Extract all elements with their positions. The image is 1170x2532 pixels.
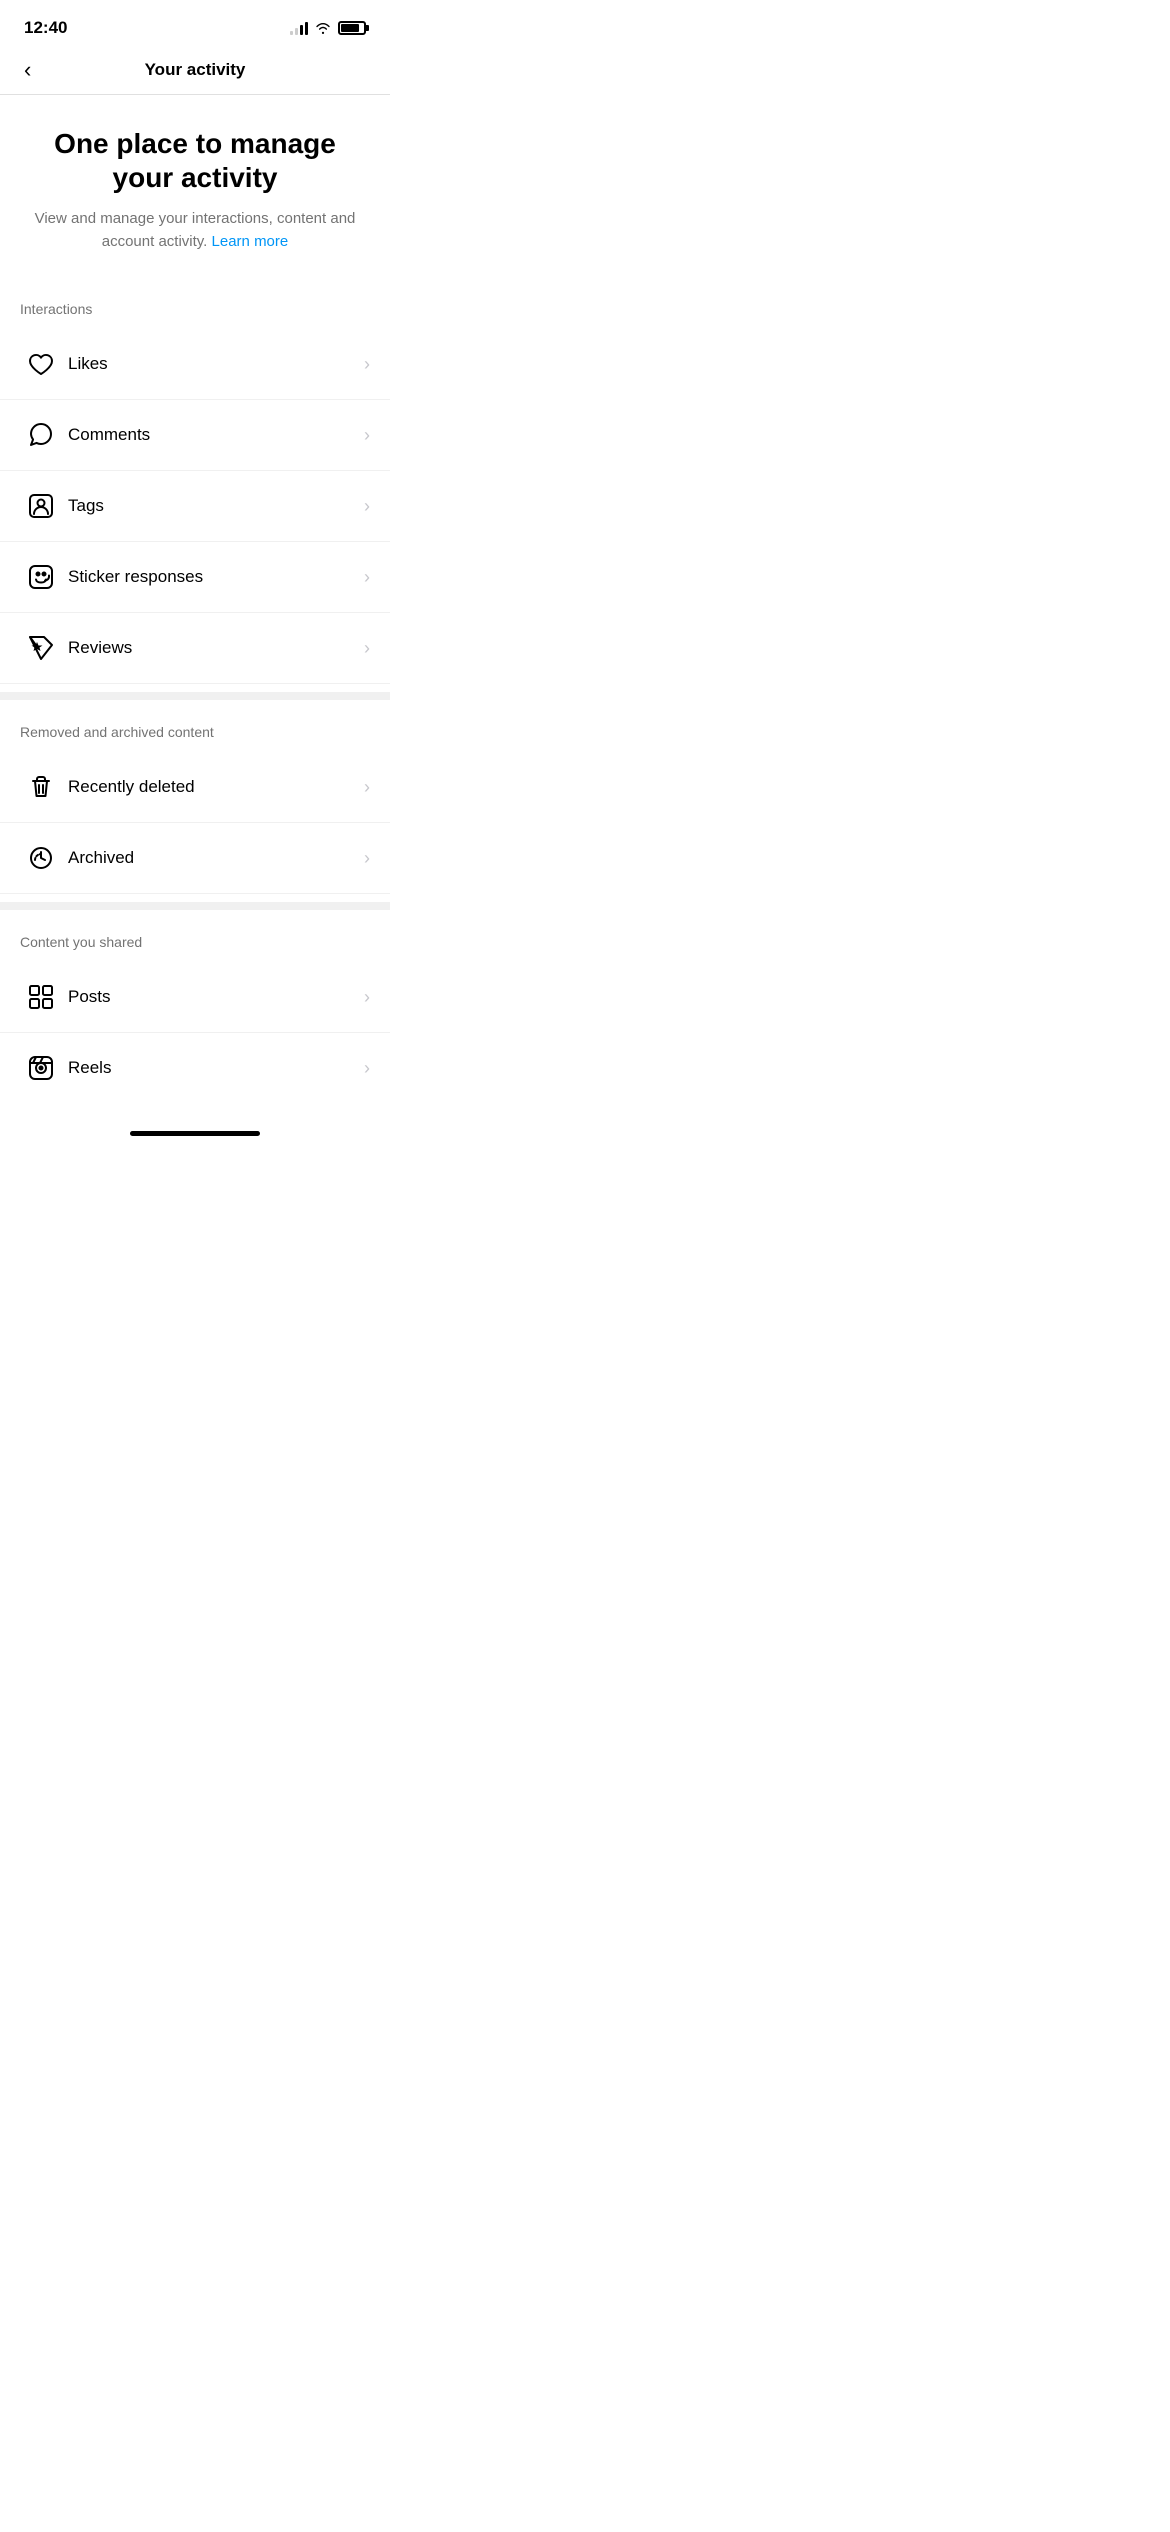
item-label-likes: Likes <box>68 354 364 374</box>
list-item-posts[interactable]: Posts› <box>0 962 390 1033</box>
item-label-reviews: Reviews <box>68 638 364 658</box>
reels-icon <box>20 1047 62 1089</box>
item-label-posts: Posts <box>68 987 364 1007</box>
home-indicator-bar <box>130 1131 260 1136</box>
item-label-sticker-responses: Sticker responses <box>68 567 364 587</box>
star-tag-icon <box>20 627 62 669</box>
list-item-likes[interactable]: Likes› <box>0 329 390 400</box>
battery-icon <box>338 21 366 35</box>
list-item-recently-deleted[interactable]: Recently deleted› <box>0 752 390 823</box>
item-label-comments: Comments <box>68 425 364 445</box>
list-item-archived[interactable]: Archived› <box>0 823 390 894</box>
back-button[interactable]: ‹ <box>20 53 35 87</box>
page-title: Your activity <box>145 60 246 80</box>
chevron-icon-posts: › <box>364 987 370 1008</box>
archive-icon <box>20 837 62 879</box>
item-label-archived: Archived <box>68 848 364 868</box>
chevron-icon-likes: › <box>364 354 370 375</box>
section-interactions: Interactions Likes› Comments› Tags› Stic… <box>0 277 390 700</box>
grid-icon <box>20 976 62 1018</box>
sticker-icon <box>20 556 62 598</box>
signal-icon <box>290 21 308 35</box>
learn-more-link[interactable]: Learn more <box>212 233 289 250</box>
chevron-icon-recently-deleted: › <box>364 777 370 798</box>
tag-person-icon <box>20 485 62 527</box>
section-divider-1 <box>0 902 390 910</box>
section-removed-archived: Removed and archived content Recently de… <box>0 700 390 910</box>
item-label-recently-deleted: Recently deleted <box>68 777 364 797</box>
item-label-reels: Reels <box>68 1058 364 1078</box>
hero-subtitle: View and manage your interactions, conte… <box>30 208 360 253</box>
hero-section: One place to manage your activity View a… <box>0 95 390 277</box>
list-item-reviews[interactable]: Reviews› <box>0 613 390 684</box>
home-indicator <box>0 1119 390 1142</box>
sections-container: Interactions Likes› Comments› Tags› Stic… <box>0 277 390 1103</box>
item-label-tags: Tags <box>68 496 364 516</box>
heart-icon <box>20 343 62 385</box>
trash-icon <box>20 766 62 808</box>
nav-bar: ‹ Your activity <box>0 50 390 95</box>
wifi-icon <box>314 21 332 35</box>
section-header-content-shared: Content you shared <box>0 934 390 962</box>
list-item-tags[interactable]: Tags› <box>0 471 390 542</box>
list-item-reels[interactable]: Reels› <box>0 1033 390 1103</box>
status-icons <box>290 21 366 35</box>
chevron-icon-comments: › <box>364 425 370 446</box>
status-bar: 12:40 <box>0 0 390 50</box>
chevron-icon-sticker-responses: › <box>364 567 370 588</box>
section-content-shared: Content you shared Posts› Reels› <box>0 910 390 1103</box>
hero-title: One place to manage your activity <box>30 127 360 194</box>
status-time: 12:40 <box>24 18 67 38</box>
chevron-icon-reviews: › <box>364 638 370 659</box>
section-header-interactions: Interactions <box>0 301 390 329</box>
section-divider-0 <box>0 692 390 700</box>
list-item-comments[interactable]: Comments› <box>0 400 390 471</box>
chevron-icon-archived: › <box>364 848 370 869</box>
chevron-icon-tags: › <box>364 496 370 517</box>
chevron-icon-reels: › <box>364 1058 370 1079</box>
comment-icon <box>20 414 62 456</box>
list-item-sticker-responses[interactable]: Sticker responses› <box>0 542 390 613</box>
section-header-removed-archived: Removed and archived content <box>0 724 390 752</box>
